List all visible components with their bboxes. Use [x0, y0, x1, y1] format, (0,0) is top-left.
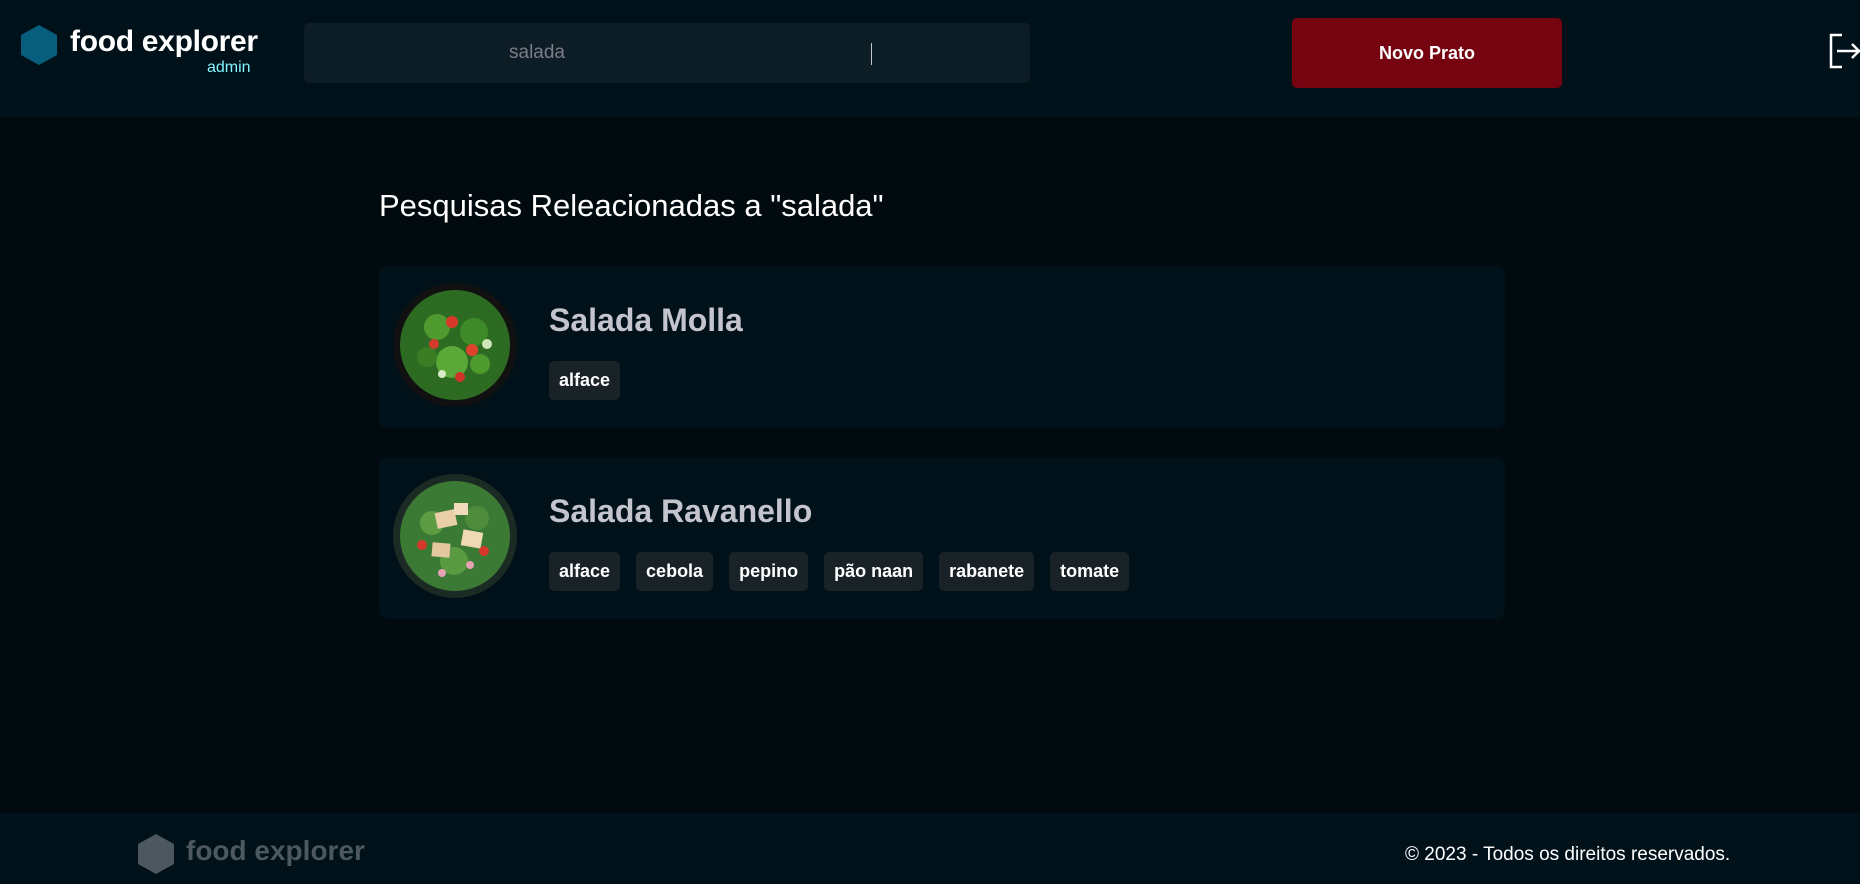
hexagon-logo-icon — [21, 25, 57, 65]
ingredient-tag: pepino — [729, 552, 809, 591]
dish-photo — [393, 474, 517, 598]
text-cursor — [871, 43, 872, 65]
dish-result-card[interactable]: Salada Molla alface — [379, 266, 1505, 428]
app-footer: food explorer © 2023 - Todos os direitos… — [0, 813, 1860, 884]
dish-name: Salada Molla — [549, 302, 743, 338]
dish-name: Salada Ravanello — [549, 493, 813, 529]
ingredient-tag: alface — [549, 361, 621, 400]
admin-role-label: admin — [207, 59, 251, 76]
ingredient-tag: tomate — [1050, 552, 1130, 591]
dish-result-card[interactable]: Salada Ravanello alface cebola pepino pã… — [379, 457, 1505, 619]
ingredient-tag: rabanete — [939, 552, 1035, 591]
ingredient-tag: alface — [549, 552, 621, 591]
footer-brand-title: food explorer — [186, 835, 365, 866]
search-bar[interactable] — [304, 23, 1030, 83]
ingredient-tag: cebola — [636, 552, 714, 591]
app-header: food explorer admin Novo Prato — [0, 0, 1860, 117]
copyright-text: © 2023 - Todos os direitos reservados. — [1405, 844, 1731, 865]
brand-title: food explorer — [70, 25, 258, 58]
ingredient-tags: alface cebola pepino pão naan rabanete t… — [549, 552, 1130, 591]
ingredient-tags: alface — [549, 361, 621, 400]
results-title: Pesquisas Releacionadas a "salada" — [379, 188, 884, 223]
new-dish-button[interactable]: Novo Prato — [1292, 18, 1562, 88]
hexagon-logo-icon — [138, 834, 174, 874]
sign-out-icon[interactable] — [1828, 31, 1860, 71]
dish-photo — [393, 283, 517, 407]
ingredient-tag: pão naan — [824, 552, 924, 591]
search-input[interactable] — [304, 23, 1030, 83]
